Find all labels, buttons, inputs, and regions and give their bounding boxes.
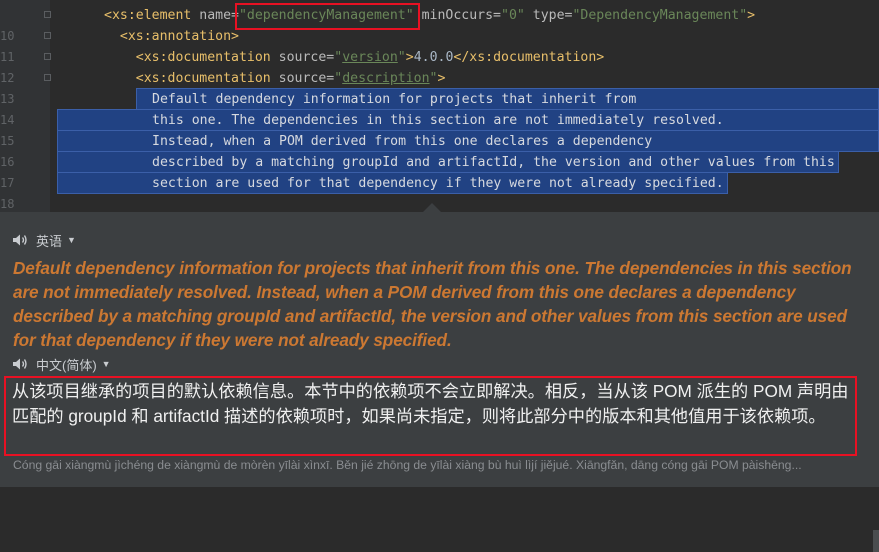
source-text: Default dependency information for proje… (13, 258, 852, 350)
code-line: 10 <xs:annotation> (0, 26, 879, 47)
line-number: 10 (0, 29, 15, 43)
code-text: <xs:documentation source="version">4.0.0… (104, 50, 605, 65)
selected-line: section are used for that dependency if … (152, 176, 724, 191)
line-number: 14 (0, 113, 15, 127)
fold-marker-icon[interactable] (44, 32, 51, 39)
highlight-box-element-name (235, 3, 420, 30)
line-number: 18 (0, 197, 15, 211)
line-number: 13 (0, 92, 15, 106)
code-line: <xs:element name="dependencyManagement" … (0, 5, 879, 26)
line-number: 17 (0, 176, 15, 190)
selected-line: this one. The dependencies in this secti… (152, 113, 724, 128)
code-line: 11 <xs:documentation source="version">4.… (0, 47, 879, 68)
speaker-icon[interactable] (12, 233, 28, 247)
source-language-selector[interactable]: 英语 ▼ (12, 230, 76, 250)
speaker-icon[interactable] (12, 357, 28, 371)
line-number: 15 (0, 134, 15, 148)
translated-text: 从该项目继承的项目的默认依赖信息。本节中的依赖项不会立即解决。相反，当从该 PO… (12, 381, 849, 426)
code-text: <xs:documentation source="description"> (104, 71, 446, 86)
source-language-label: 英语 (36, 233, 63, 249)
popup-pointer (423, 203, 441, 212)
target-language-label: 中文(简体) (36, 357, 97, 373)
selected-line: described by a matching groupId and arti… (152, 155, 835, 170)
code-text: <xs:annotation> (104, 29, 239, 44)
target-language-selector[interactable]: 中文(简体) ▼ (12, 354, 111, 374)
line-number: 16 (0, 155, 15, 169)
chevron-down-icon[interactable]: ▼ (102, 359, 111, 369)
line-number: 11 (0, 50, 15, 64)
line-number: 12 (0, 71, 15, 85)
fold-marker-icon[interactable] (44, 74, 51, 81)
chevron-down-icon[interactable]: ▼ (67, 235, 76, 245)
fold-marker-icon[interactable] (44, 11, 51, 18)
scrollbar-thumb[interactable] (873, 530, 879, 552)
code-editor[interactable]: <xs:element name="dependencyManagement" … (0, 0, 879, 212)
code-line: 12 <xs:documentation source="description… (0, 68, 879, 89)
translation-popup: 英语 ▼ Default dependency information for … (0, 203, 879, 552)
selected-line: Instead, when a POM derived from this on… (152, 134, 653, 149)
fold-marker-icon[interactable] (44, 53, 51, 60)
code-text: <xs:element name="dependencyManagement" … (104, 8, 756, 23)
pinyin-text: Cóng gāi xiàngmù jìchéng de xiàngmù de m… (13, 458, 802, 472)
selected-line: Default dependency information for proje… (152, 92, 637, 107)
